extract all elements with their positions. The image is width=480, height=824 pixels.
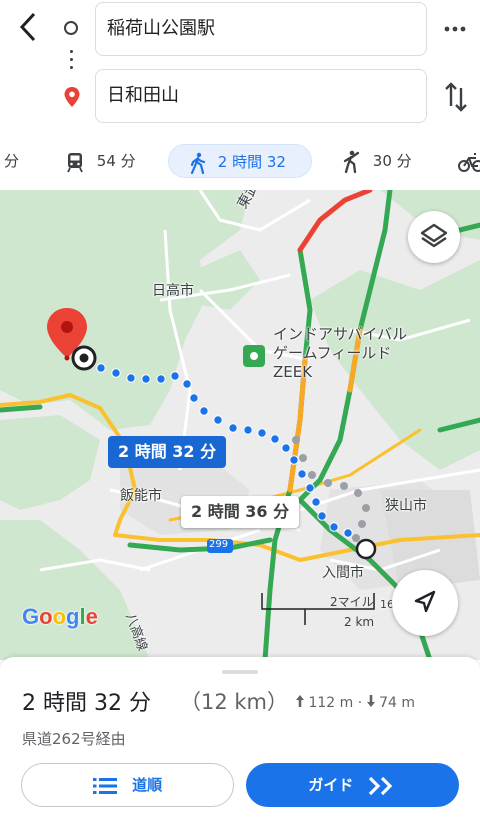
- swap-icon[interactable]: [443, 80, 469, 114]
- route-duration: 2 時間 32 分: [22, 691, 151, 716]
- drag-handle[interactable]: [222, 670, 258, 674]
- poi-zeek[interactable]: インドアサバイバル ゲームフィールド ZEEK: [273, 325, 407, 382]
- map-label-hidaka: 日高市: [152, 283, 194, 299]
- destination-field[interactable]: 日和田山: [95, 69, 427, 123]
- elevation-info: 112 m · 74 m: [296, 695, 415, 711]
- steps-button[interactable]: 道順: [21, 763, 234, 807]
- origin-field[interactable]: 稲荷山公園駅: [95, 2, 427, 56]
- tab-partial-label: 分: [4, 152, 20, 170]
- elevation-separator: ·: [357, 695, 363, 711]
- google-logo-letter: G: [22, 604, 40, 629]
- destination-pin-icon: [64, 87, 80, 107]
- poi-name-line1: インドアサバイバル: [273, 325, 408, 343]
- tab-ride[interactable]: 30 分: [340, 144, 412, 178]
- list-icon: [92, 777, 117, 794]
- ride-hail-icon: [343, 150, 360, 173]
- back-arrow-icon: [19, 12, 36, 42]
- bicycle-icon: [458, 152, 480, 172]
- tab-ride-label: 30 分: [372, 152, 412, 170]
- tab-walk[interactable]: 2 時間 32: [168, 144, 312, 178]
- navigation-arrow-icon: [414, 590, 436, 613]
- route-duration-main[interactable]: 2 時間 32 分: [108, 436, 227, 468]
- route-dots-icon: [70, 50, 74, 74]
- route-via: 県道262号経由: [22, 730, 126, 748]
- route-shield-299: 299: [209, 539, 229, 550]
- directions-header: 稲荷山公園駅 日和田山: [0, 0, 480, 130]
- guide-label: ガイド: [308, 776, 354, 794]
- map-label-iruma: 入間市: [322, 565, 364, 581]
- descent-value: 74 m: [379, 695, 415, 711]
- google-logo-letter: o: [39, 604, 53, 629]
- google-logo-letter: o: [52, 604, 67, 629]
- double-chevron-icon: [368, 776, 392, 795]
- tab-walk-label: 2 時間 32: [217, 153, 286, 171]
- route-summary-sheet[interactable]: 2 時間 32 分 （12 km） 112 m · 74 m 県道262号経由 …: [0, 657, 480, 824]
- ascent-value: 112 m: [308, 695, 354, 711]
- layers-button[interactable]: [408, 211, 460, 263]
- google-logo: Google: [22, 604, 98, 630]
- layers-icon: [420, 223, 448, 248]
- ascent-icon: [296, 695, 304, 707]
- route-duration-alt[interactable]: 2 時間 36 分: [181, 496, 300, 528]
- tab-partial[interactable]: 分: [4, 144, 19, 178]
- map-label-sayama: 狭山市: [385, 498, 427, 514]
- train-icon: [67, 152, 83, 172]
- origin-icon: [64, 21, 78, 35]
- google-logo-letter: e: [85, 604, 98, 629]
- route-distance: （12 km）: [180, 690, 289, 714]
- more-options-icon[interactable]: [443, 22, 467, 36]
- map-label-hanno: 飯能市: [120, 488, 162, 504]
- scale-km: 2 km: [344, 615, 375, 629]
- travel-mode-tabs: 分 54 分 2 時間 32 30 分: [0, 132, 480, 190]
- tab-bicycle[interactable]: [458, 144, 480, 178]
- steps-label: 道順: [132, 776, 163, 794]
- google-logo-letter: g: [66, 604, 80, 629]
- guide-button[interactable]: ガイド: [246, 763, 459, 807]
- poi-name-line3: ZEEK: [273, 363, 313, 381]
- my-location-button[interactable]: [392, 570, 458, 636]
- tab-transit[interactable]: 54 分: [64, 144, 136, 178]
- back-button[interactable]: [14, 10, 44, 44]
- scale-miles: 2マイル: [330, 595, 374, 609]
- poi-name-line2: ゲームフィールド: [273, 344, 392, 362]
- tab-transit-label: 54 分: [96, 152, 136, 170]
- map-view[interactable]: 東武越 日高市 飯能市 狭山市 入間市 299 八高線 16 インドアサバイバル…: [0, 190, 480, 660]
- descent-icon: [366, 695, 375, 707]
- walk-icon: [190, 152, 206, 174]
